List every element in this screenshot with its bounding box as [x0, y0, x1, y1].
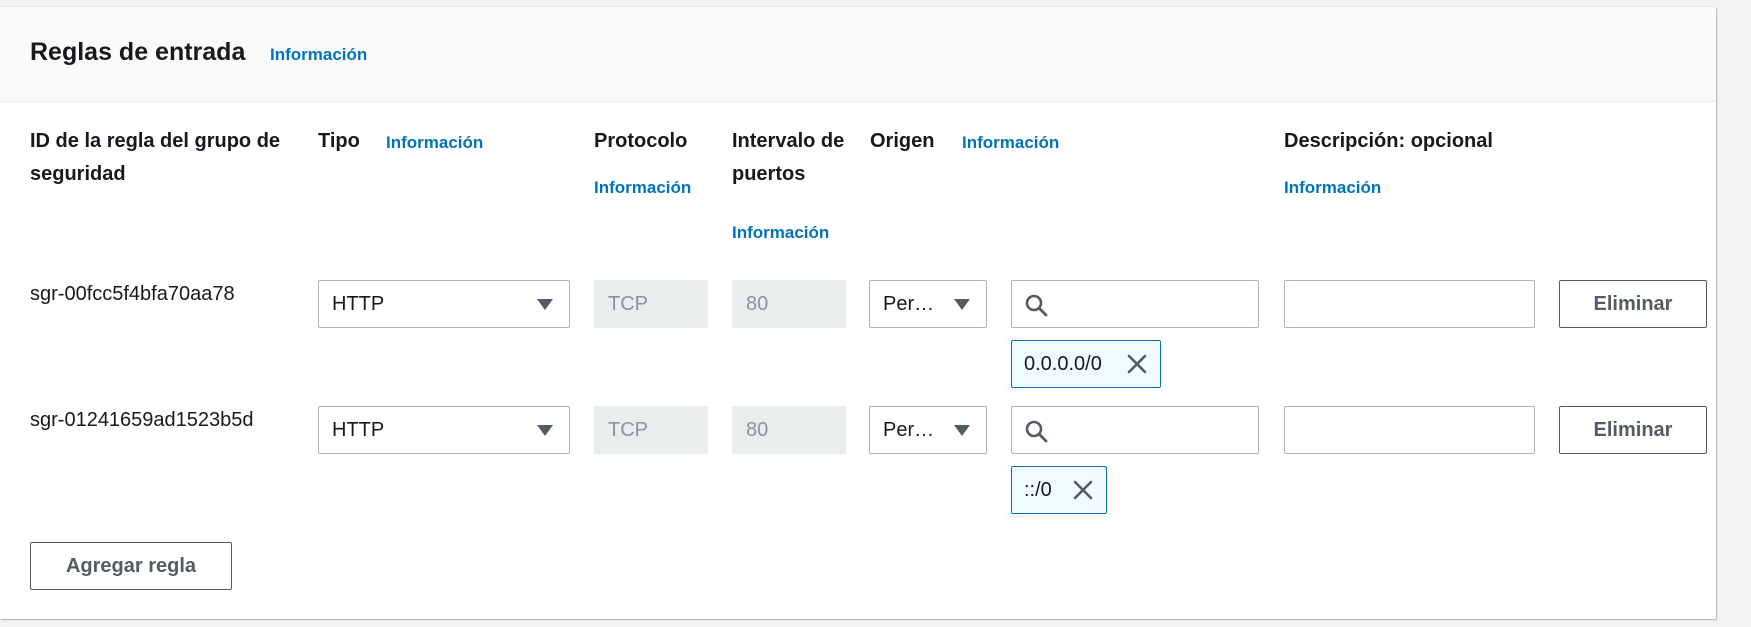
column-header-type: Tipo [318, 130, 360, 152]
protocol-info-link[interactable]: Información [594, 178, 691, 198]
source-token-label: 0.0.0.0/0 [1024, 353, 1102, 375]
panel-title: Reglas de entrada [30, 38, 246, 66]
rule-type-value: HTTP [332, 293, 385, 315]
add-rule-button[interactable]: Agregar regla [30, 542, 232, 590]
source-info-link[interactable]: Información [962, 133, 1059, 153]
column-header-source: Origen [870, 130, 935, 152]
panel-info-link[interactable]: Información [270, 45, 367, 65]
caret-down-icon [537, 425, 553, 436]
source-token: 0.0.0.0/0 [1011, 340, 1161, 388]
rule-protocol-field: TCP [594, 280, 708, 328]
column-header-description: Descripción: opcional [1284, 130, 1493, 152]
search-icon [1025, 420, 1048, 443]
rule-port-range-field: 80 [732, 406, 846, 454]
rule-type-select[interactable]: HTTP [318, 406, 570, 454]
rule-id: sgr-00fcc5f4bfa70aa78 [30, 283, 235, 305]
rule-port-range-field: 80 [732, 280, 846, 328]
rule-description-input[interactable] [1284, 406, 1535, 454]
rule-source-search-input[interactable] [1011, 406, 1259, 454]
rule-protocol-field: TCP [594, 406, 708, 454]
caret-down-icon [954, 425, 970, 436]
rule-source-type-select[interactable]: Per… [869, 280, 987, 328]
panel-header: Reglas de entrada Información [0, 7, 1716, 102]
column-header-port-range: Intervalo de puertos [732, 130, 845, 185]
column-header-id: ID de la regla del grupo de seguridad [30, 130, 281, 185]
type-info-link[interactable]: Información [386, 133, 483, 153]
inbound-rules-panel: Reglas de entrada Información ID de la r… [0, 7, 1716, 619]
delete-rule-button[interactable]: Eliminar [1559, 406, 1707, 454]
column-header-protocol: Protocolo [594, 130, 688, 152]
delete-rule-button[interactable]: Eliminar [1559, 280, 1707, 328]
rule-description-input[interactable] [1284, 280, 1535, 328]
description-info-link[interactable]: Información [1284, 178, 1381, 198]
source-token-label: ::/0 [1024, 479, 1052, 501]
rule-source-search-input[interactable] [1011, 280, 1259, 328]
caret-down-icon [954, 299, 970, 310]
rule-source-type-value: Per… [883, 293, 935, 315]
source-token: ::/0 [1011, 466, 1107, 514]
rule-source-type-select[interactable]: Per… [869, 406, 987, 454]
port-range-info-link[interactable]: Información [732, 223, 829, 243]
caret-down-icon [537, 299, 553, 310]
rule-type-value: HTTP [332, 419, 385, 441]
rule-source-type-value: Per… [883, 419, 935, 441]
rule-id: sgr-01241659ad1523b5d [30, 409, 254, 431]
rule-type-select[interactable]: HTTP [318, 280, 570, 328]
close-icon[interactable] [1126, 353, 1148, 375]
search-icon [1025, 294, 1048, 317]
close-icon[interactable] [1072, 479, 1094, 501]
